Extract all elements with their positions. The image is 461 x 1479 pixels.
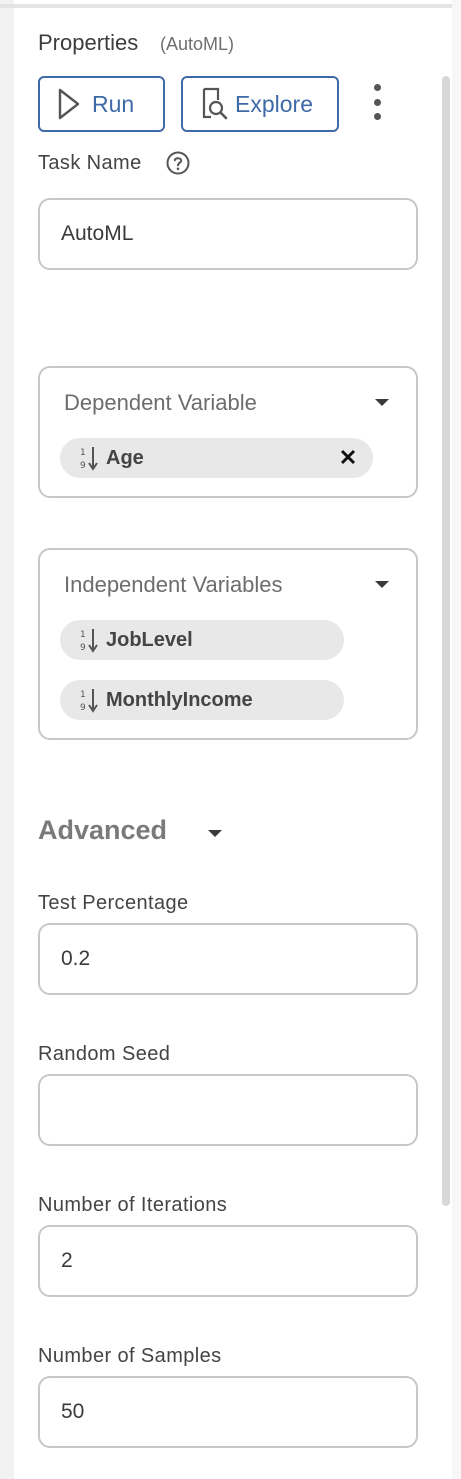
number-of-samples-label: Number of Samples bbox=[38, 1345, 222, 1367]
dependent-variable-title: Dependent Variable bbox=[64, 390, 257, 415]
dependent-variable-caret-icon[interactable] bbox=[375, 399, 389, 406]
task-name-input[interactable] bbox=[38, 198, 418, 270]
question-circle-icon[interactable] bbox=[166, 151, 190, 175]
number-of-samples-input[interactable] bbox=[38, 1376, 418, 1448]
panel-scrollbar-thumb[interactable] bbox=[442, 76, 450, 1206]
advanced-caret-icon[interactable] bbox=[208, 830, 222, 837]
random-seed-input[interactable] bbox=[38, 1074, 418, 1146]
advanced-section-title[interactable]: Advanced bbox=[38, 815, 167, 846]
run-button[interactable]: Run bbox=[38, 76, 165, 132]
number-of-iterations-input[interactable] bbox=[38, 1225, 418, 1297]
run-button-label: Run bbox=[92, 90, 135, 117]
numeric-sort-icon: 1 9 bbox=[80, 447, 98, 471]
dependent-variable-chip[interactable]: 1 9 Age bbox=[60, 438, 373, 478]
number-of-iterations-label: Number of Iterations bbox=[38, 1194, 228, 1216]
independent-variables-title: Independent Variables bbox=[64, 572, 283, 597]
kebab-menu-icon[interactable] bbox=[366, 84, 388, 120]
play-outline-icon bbox=[58, 88, 80, 120]
svg-text:9: 9 bbox=[80, 703, 86, 713]
svg-text:9: 9 bbox=[80, 461, 86, 471]
numeric-sort-icon: 1 9 bbox=[80, 689, 98, 713]
independent-variable-chip[interactable]: 1 9 JobLevel bbox=[60, 620, 344, 660]
independent-variable-chip[interactable]: 1 9 MonthlyIncome bbox=[60, 680, 344, 720]
svg-text:9: 9 bbox=[80, 643, 86, 653]
independent-variable-chip-label: MonthlyIncome bbox=[106, 688, 253, 711]
explore-button-label: Explore bbox=[235, 90, 313, 117]
test-percentage-label: Test Percentage bbox=[38, 892, 189, 914]
svg-text:1: 1 bbox=[80, 690, 86, 700]
panel-top-divider bbox=[0, 4, 452, 8]
test-percentage-input[interactable] bbox=[38, 923, 418, 995]
explore-button[interactable]: Explore bbox=[181, 76, 339, 132]
panel-left-edge bbox=[0, 0, 14, 1479]
panel-subtitle: (AutoML) bbox=[160, 34, 235, 54]
svg-text:1: 1 bbox=[80, 630, 86, 640]
independent-variables-box[interactable]: Independent Variables 1 9 JobLevel 1 9 M… bbox=[38, 548, 418, 740]
panel-scrollbar-track bbox=[452, 0, 461, 1479]
dependent-variable-box[interactable]: Dependent Variable 1 9 Age bbox=[38, 366, 418, 498]
independent-variables-caret-icon[interactable] bbox=[375, 581, 389, 588]
task-name-label: Task Name bbox=[38, 152, 142, 174]
numeric-sort-icon: 1 9 bbox=[80, 629, 98, 653]
independent-variable-chip-label: JobLevel bbox=[106, 628, 193, 651]
svg-text:1: 1 bbox=[80, 448, 86, 458]
panel-title: Properties bbox=[38, 30, 139, 55]
random-seed-label: Random Seed bbox=[38, 1043, 171, 1065]
dependent-variable-chip-label: Age bbox=[106, 446, 144, 469]
search-document-icon bbox=[202, 87, 228, 120]
close-icon[interactable] bbox=[339, 448, 357, 466]
